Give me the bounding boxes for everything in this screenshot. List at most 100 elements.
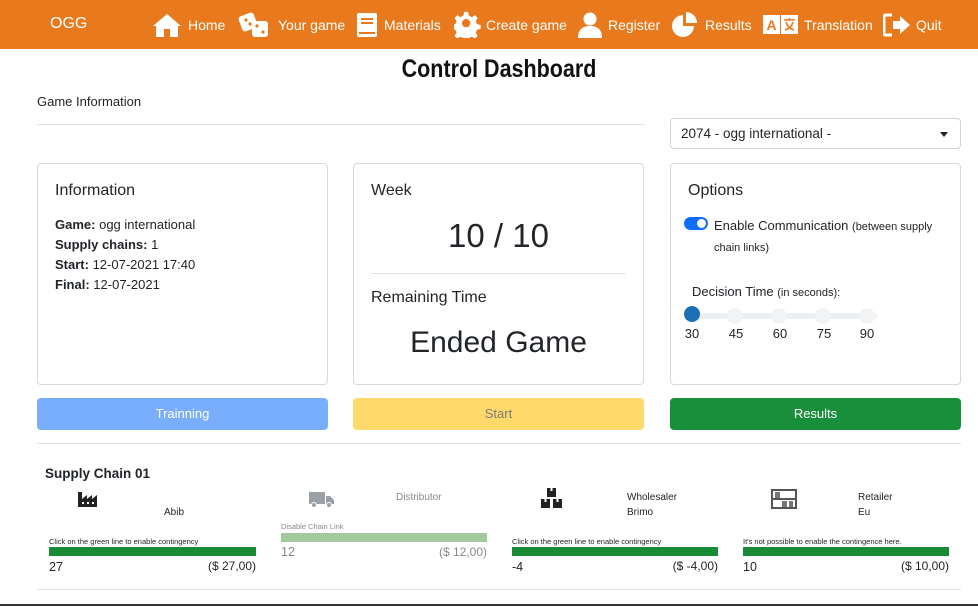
nav-home-label: Home — [188, 16, 226, 33]
info-start-value: 12-07-2021 17:40 — [92, 257, 196, 272]
nav-create-game-label: Create game — [486, 16, 567, 33]
contingency-bar[interactable] — [49, 547, 256, 556]
disable-chain-link-note: Disable Chain Link — [281, 522, 344, 531]
game-status: Ended Game — [410, 326, 587, 359]
week-value: 10 / 10 — [448, 217, 549, 254]
info-start-label: Start: — [55, 257, 89, 272]
gear-icon — [454, 11, 481, 38]
nav-results-label: Results — [705, 16, 752, 33]
slider-tick-label: 30 — [684, 326, 700, 341]
info-game: Game: ogg international — [55, 217, 195, 232]
section-label: Game Information — [37, 94, 142, 109]
book-icon — [357, 12, 377, 37]
nav-quit[interactable]: Quit — [883, 0, 942, 49]
slider-stop[interactable] — [859, 308, 875, 324]
nav-register[interactable]: Register — [577, 0, 660, 49]
link-name: Abib — [164, 507, 185, 518]
communication-toggle[interactable] — [684, 217, 708, 230]
slider-tick-label: 45 — [728, 326, 744, 341]
link-role: Retailer — [858, 492, 893, 503]
training-button[interactable]: Trainning — [37, 398, 328, 430]
translate-icon: A — [763, 14, 798, 34]
boxes-icon — [541, 488, 562, 508]
options-title: Options — [688, 182, 744, 199]
week-card: Week 10 / 10 Remaining Time Ended Game — [353, 163, 644, 385]
sign-out-icon — [883, 13, 910, 36]
decision-time-label: Decision Time (in seconds): — [692, 284, 840, 299]
divider — [0, 604, 978, 606]
contingency-note: Click on the green line to enable contin… — [49, 537, 199, 546]
results-button[interactable]: Results — [670, 398, 961, 430]
divider — [371, 273, 626, 274]
nav-home[interactable]: Home — [151, 0, 225, 49]
link-cost: ($ -4,00) — [672, 559, 718, 573]
home-icon — [153, 13, 181, 37]
link-cost: ($ 10,00) — [900, 559, 949, 573]
info-supply-chains: Supply chains: 1 — [55, 237, 158, 252]
slider-tick-label: 60 — [772, 326, 788, 341]
user-icon — [578, 12, 602, 38]
nav-translation[interactable]: A Translation — [763, 0, 873, 49]
nav-translation-label: Translation — [804, 16, 873, 33]
store-icon — [771, 489, 797, 509]
communication-label: Enable Communication (between supply cha… — [714, 216, 954, 258]
slider-tick-label: 90 — [859, 326, 875, 341]
info-final-label: Final: — [55, 277, 90, 292]
truck-icon — [309, 492, 334, 508]
top-navbar: OGG Home Your game Materials Create game… — [0, 0, 978, 49]
link-cost: ($ 27,00) — [207, 559, 256, 573]
link-role: Wholesaler — [627, 492, 678, 503]
slider-stop[interactable] — [727, 308, 743, 324]
card-title: Information — [55, 182, 136, 199]
remaining-time-title: Remaining Time — [371, 289, 487, 306]
factory-icon — [78, 492, 97, 507]
link-role: Distributor — [396, 492, 442, 503]
link-count: 12 — [281, 545, 295, 559]
link-name: Brimo — [627, 507, 654, 518]
info-final: Final: 12-07-2021 — [55, 277, 160, 292]
nav-materials[interactable]: Materials — [355, 0, 441, 49]
contingency-bar[interactable] — [512, 547, 718, 556]
caret-down-icon — [940, 132, 948, 137]
link-count: -4 — [512, 560, 524, 574]
nav-quit-label: Quit — [916, 16, 942, 33]
divider — [37, 443, 961, 444]
link-count: 10 — [743, 560, 757, 574]
slider-stop[interactable] — [815, 308, 831, 324]
page-title: Control Dashboard — [401, 55, 597, 83]
supply-chain-title: Supply Chain 01 — [45, 466, 151, 481]
nav-materials-label: Materials — [384, 16, 441, 33]
slider-stop[interactable] — [771, 308, 787, 324]
communication-label-text: Enable Communication — [714, 218, 849, 233]
info-game-value: ogg international — [99, 217, 196, 232]
game-select[interactable]: 2074 - ogg international - — [670, 118, 961, 149]
divider — [37, 589, 961, 590]
pie-chart-icon — [672, 11, 697, 37]
decision-time-note: (in seconds): — [777, 287, 841, 299]
week-title: Week — [371, 182, 412, 199]
brand-logo[interactable]: OGG — [50, 15, 87, 33]
nav-register-label: Register — [608, 16, 661, 33]
start-button[interactable]: Start — [353, 398, 644, 430]
nav-results[interactable]: Results — [670, 0, 752, 49]
info-final-value: 12-07-2021 — [93, 277, 160, 292]
svg-text:A: A — [766, 17, 776, 33]
nav-create-game[interactable]: Create game — [454, 0, 567, 49]
contingency-note: Click on the green line to enable contin… — [512, 537, 662, 546]
link-count: 27 — [49, 560, 63, 574]
info-game-label: Game: — [55, 217, 96, 232]
information-card: Information Game: ogg international Supp… — [37, 163, 328, 385]
slider-handle[interactable] — [684, 306, 700, 322]
link-name: Eu — [858, 507, 871, 518]
nav-your-game-label: Your game — [278, 16, 346, 33]
slider-tick-label: 75 — [816, 326, 832, 341]
divider — [37, 124, 645, 125]
nav-your-game[interactable]: Your game — [237, 0, 345, 49]
dice-icon — [238, 12, 268, 37]
disabled-chain-bar[interactable] — [281, 533, 487, 542]
info-chains-value: 1 — [151, 237, 159, 252]
link-cost: ($ 12,00) — [438, 545, 487, 559]
info-chains-label: Supply chains: — [55, 237, 148, 252]
contingency-bar — [743, 547, 949, 556]
info-start: Start: 12-07-2021 17:40 — [55, 257, 195, 272]
